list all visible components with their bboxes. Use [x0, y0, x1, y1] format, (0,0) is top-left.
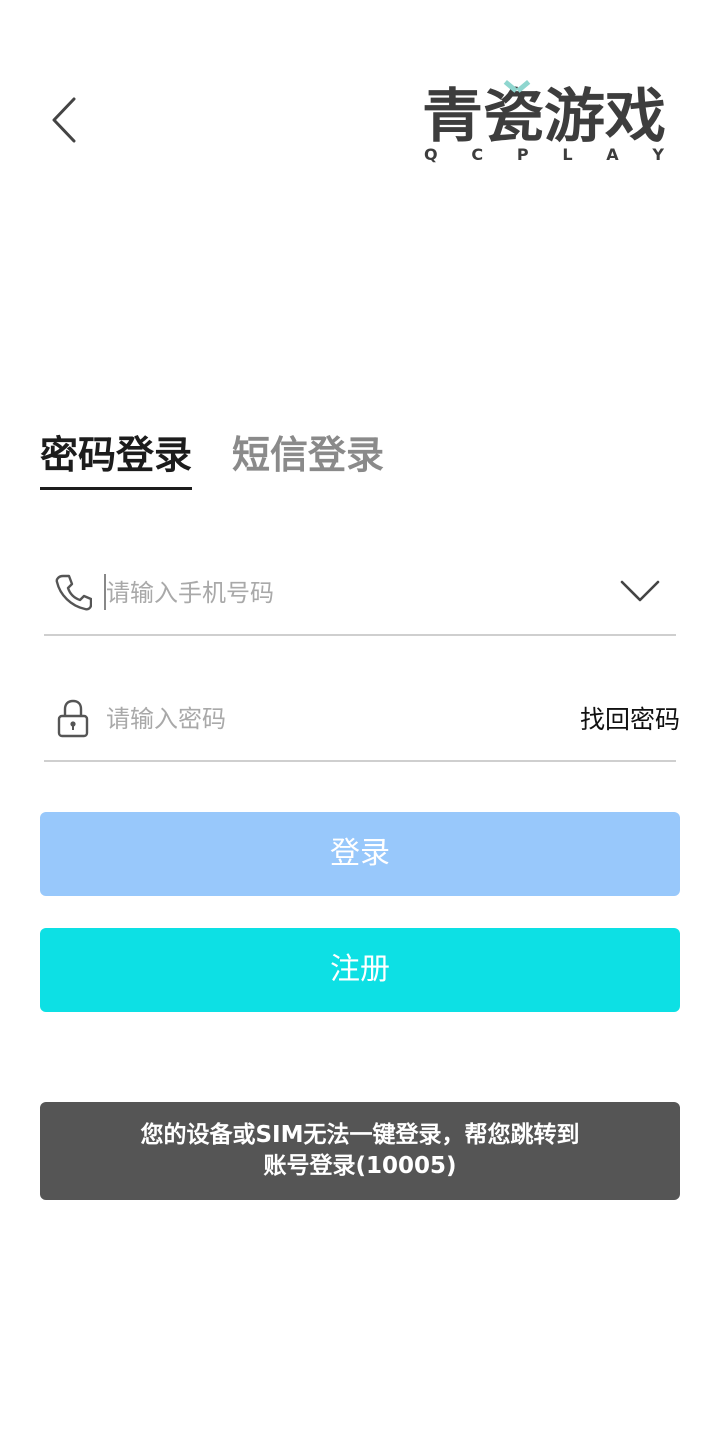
register-button[interactable]: 注册	[40, 928, 680, 1012]
tab-password-login[interactable]: 密码登录	[40, 428, 193, 492]
tab-sms-login-label: 短信登录	[232, 433, 385, 477]
brand-logo: 青瓷游戏 Q C P L A Y	[420, 76, 670, 166]
forgot-password-link[interactable]: 找回密码	[580, 700, 680, 736]
lock-icon	[57, 699, 89, 738]
back-button[interactable]	[40, 88, 90, 152]
active-tab-indicator	[40, 487, 193, 490]
login-button[interactable]: 登录	[40, 812, 680, 896]
password-input[interactable]	[106, 698, 546, 740]
chevron-down-icon[interactable]	[618, 576, 662, 606]
login-mode-tabs: 密码登录 短信登录	[40, 428, 384, 492]
toast-line-2: 账号登录(10005)	[263, 1153, 457, 1179]
brand-logo-text: 青瓷游戏	[422, 82, 666, 150]
tab-sms-login[interactable]: 短信登录	[232, 428, 384, 492]
phone-input[interactable]	[106, 572, 546, 614]
phone-icon	[55, 574, 92, 611]
phone-row	[44, 554, 676, 636]
tab-password-login-label: 密码登录	[40, 433, 193, 477]
error-toast: 您的设备或SIM无法一键登录，帮您跳转到 账号登录(10005)	[40, 1102, 680, 1200]
chevron-left-icon	[52, 97, 76, 143]
toast-line-1: 您的设备或SIM无法一键登录，帮您跳转到	[140, 1122, 580, 1148]
password-row: 找回密码	[44, 680, 680, 762]
